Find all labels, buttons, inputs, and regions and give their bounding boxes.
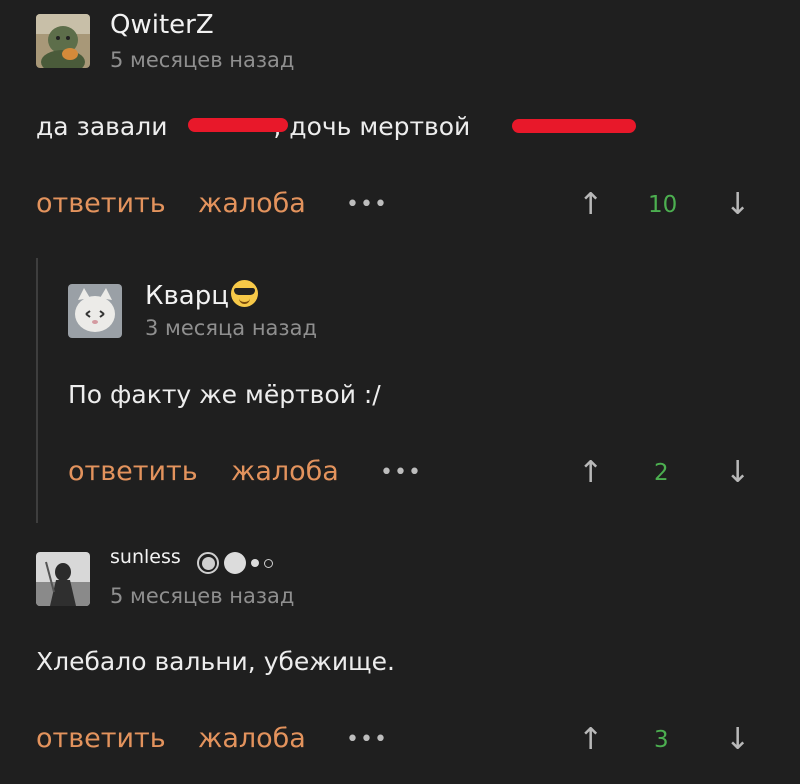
reply-button[interactable]: ответить [36,188,166,219]
timestamp: 5 месяцев назад [110,584,295,608]
avatar[interactable] [68,284,122,338]
comment-text-part: да завали [36,112,176,141]
more-options-button[interactable]: ••• [346,727,388,752]
avatar-image [68,284,122,338]
upvote-icon[interactable]: ↑ [578,458,603,488]
report-button[interactable]: жалоба [231,456,339,487]
sunglasses-emoji-icon [230,280,258,307]
downvote-icon[interactable]: ↓ [725,190,750,220]
more-options-button[interactable]: ••• [346,192,388,217]
comment-text-part: , дочь мертвой [273,112,479,141]
avatar[interactable] [36,14,90,68]
username[interactable]: Кварц [145,280,258,311]
more-options-button[interactable]: ••• [380,460,422,485]
timestamp: 5 месяцев назад [110,48,295,72]
badge-dot-icon [224,552,246,574]
upvote-icon[interactable]: ↑ [578,190,603,220]
redaction-mark [188,118,288,132]
vote-score: 10 [648,192,678,218]
vote-score: 3 [654,727,669,753]
badge-small-dot-icon [251,559,259,567]
username-text: Кварц [145,281,229,311]
downvote-icon[interactable]: ↓ [725,725,750,755]
comment-text: Хлебало вальни, убежище. [36,647,395,676]
report-button[interactable]: жалоба [198,723,306,754]
vote-score: 2 [654,460,669,486]
reply-button[interactable]: ответить [36,723,166,754]
badge-ring-small-icon [264,558,273,568]
comment-text: По факту же мёртвой :/ [68,380,381,409]
avatar[interactable] [36,552,90,606]
timestamp: 3 месяца назад [145,316,317,340]
badge-ring-icon [197,552,219,574]
downvote-icon[interactable]: ↓ [725,458,750,488]
redaction-mark [512,119,636,133]
avatar-image [36,14,90,68]
report-button[interactable]: жалоба [198,188,306,219]
reply-thread-line[interactable] [36,258,38,523]
upvote-icon[interactable]: ↑ [578,725,603,755]
user-badges [197,552,273,574]
avatar-image [36,552,90,606]
reply-button[interactable]: ответить [68,456,198,487]
username[interactable]: QwiterZ [110,10,214,40]
username[interactable]: sunless [110,546,181,568]
